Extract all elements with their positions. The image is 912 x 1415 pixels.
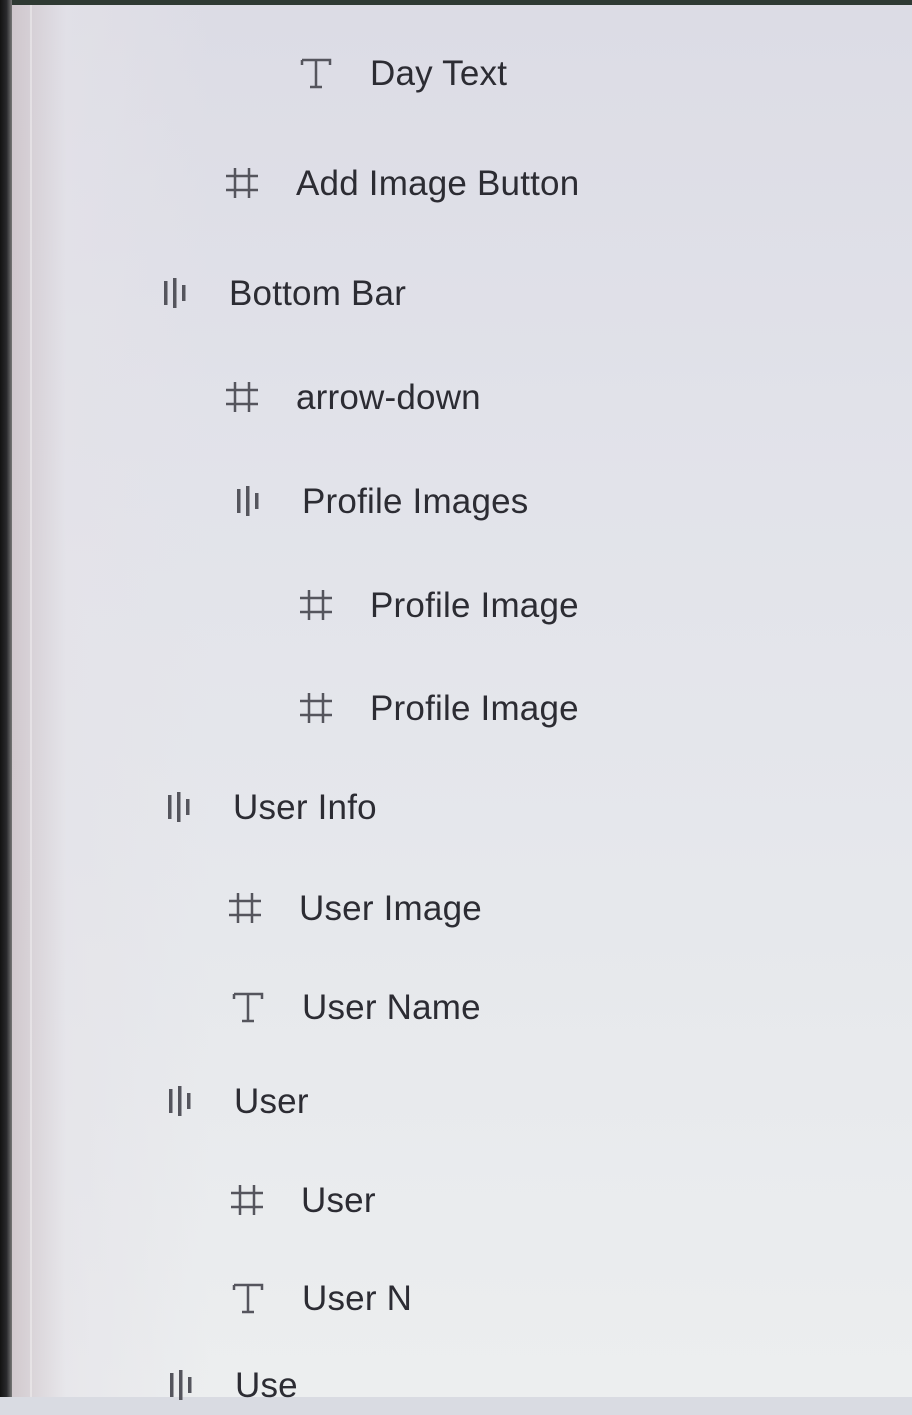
frame-icon bbox=[298, 587, 334, 623]
frame-icon bbox=[224, 165, 260, 201]
layer-label: User bbox=[301, 1180, 376, 1220]
layer-label: Profile Image bbox=[370, 688, 579, 728]
auto-layout-icon bbox=[230, 483, 266, 519]
layer-user-frame[interactable]: User bbox=[229, 1170, 376, 1230]
layer-use-partial[interactable]: Use bbox=[163, 1355, 298, 1415]
frame-icon bbox=[229, 1182, 265, 1218]
layer-add-image-button[interactable]: Add Image Button bbox=[224, 153, 579, 213]
screen-bezel bbox=[0, 0, 12, 1397]
layers-panel: Day Text Add Image Button Bottom Bar arr… bbox=[12, 5, 912, 1403]
auto-layout-icon bbox=[163, 1367, 199, 1403]
layer-bottom-bar[interactable]: Bottom Bar bbox=[157, 263, 406, 323]
layer-label: Add Image Button bbox=[296, 163, 580, 203]
text-icon bbox=[298, 55, 334, 91]
layer-profile-image-2[interactable]: Profile Image bbox=[298, 678, 579, 738]
text-icon bbox=[230, 989, 266, 1025]
layer-label: Use bbox=[235, 1365, 298, 1405]
text-icon bbox=[230, 1280, 266, 1316]
layer-profile-images[interactable]: Profile Images bbox=[230, 471, 529, 531]
layer-label: Profile Image bbox=[370, 585, 579, 625]
layer-label: Bottom Bar bbox=[229, 273, 407, 313]
layer-label: User Image bbox=[299, 888, 482, 928]
auto-layout-icon bbox=[162, 1083, 198, 1119]
layer-user-image[interactable]: User Image bbox=[227, 878, 482, 938]
layer-day-text[interactable]: Day Text bbox=[298, 43, 507, 103]
layer-label: User bbox=[234, 1081, 309, 1121]
auto-layout-icon bbox=[161, 789, 197, 825]
frame-icon bbox=[298, 690, 334, 726]
layer-user-name[interactable]: User Name bbox=[230, 977, 481, 1037]
layer-profile-image-1[interactable]: Profile Image bbox=[298, 575, 579, 635]
frame-icon bbox=[224, 379, 260, 415]
auto-layout-icon bbox=[157, 275, 193, 311]
layer-label: Day Text bbox=[370, 53, 508, 93]
layer-user-info[interactable]: User Info bbox=[161, 777, 377, 837]
frame-icon bbox=[227, 890, 263, 926]
layer-user-group[interactable]: User bbox=[162, 1071, 309, 1131]
layer-label: User Name bbox=[302, 987, 481, 1027]
layer-label: User N bbox=[302, 1278, 413, 1318]
layer-user-n[interactable]: User N bbox=[230, 1268, 412, 1328]
layer-label: Profile Images bbox=[302, 481, 529, 521]
layer-label: User Info bbox=[233, 787, 377, 827]
layer-label: arrow-down bbox=[296, 377, 481, 417]
layer-arrow-down[interactable]: arrow-down bbox=[224, 367, 481, 427]
